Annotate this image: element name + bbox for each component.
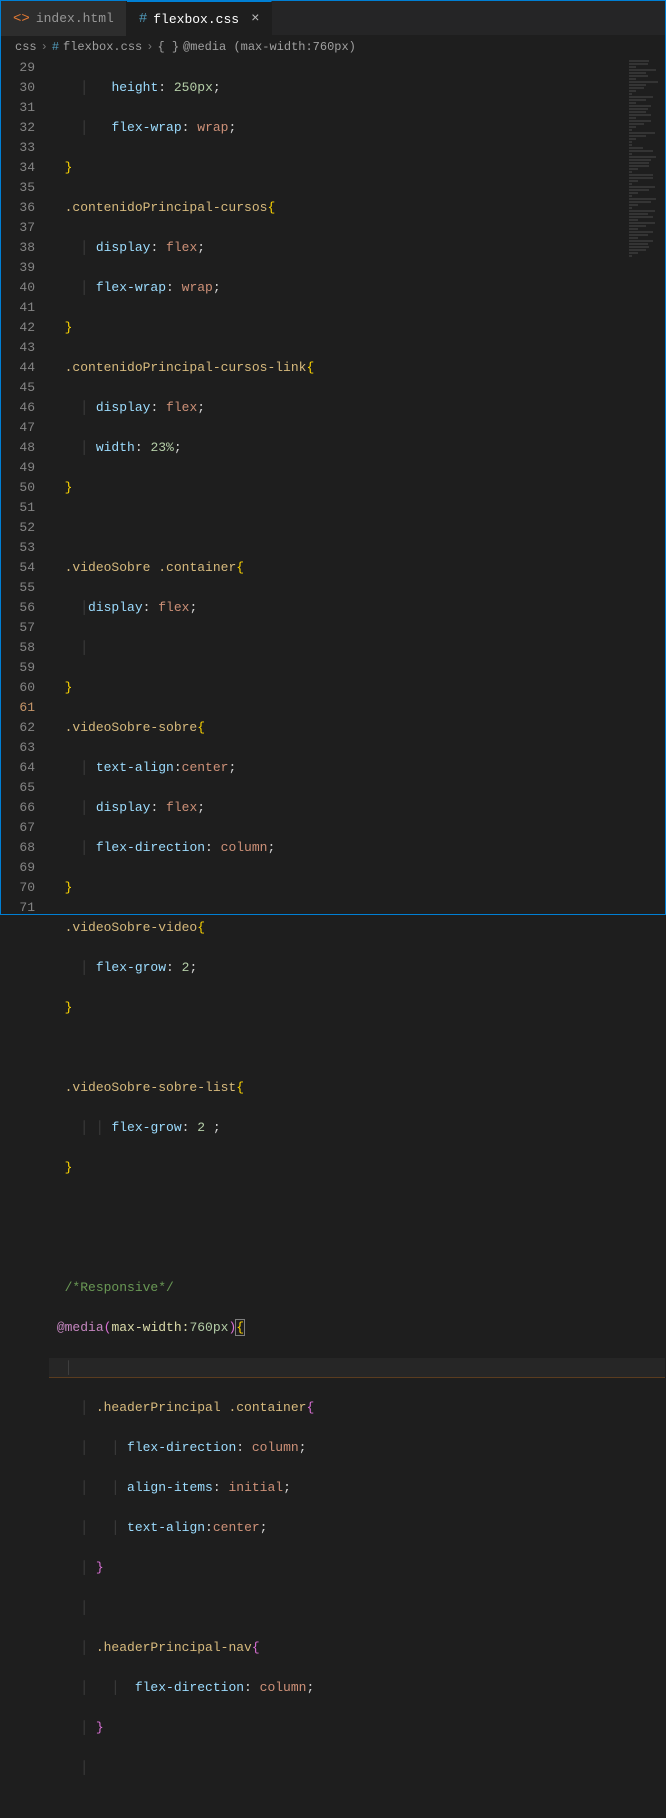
code-line: │ .headerPrincipal-nav{ — [49, 1638, 665, 1658]
close-icon[interactable]: × — [251, 12, 259, 26]
code-line: │ .headerPrincipal .container{ — [49, 1398, 665, 1418]
code-line: .videoSobre-sobre-list{ — [49, 1078, 665, 1098]
code-line: .contenidoPrincipal-cursos{ — [49, 198, 665, 218]
breadcrumb-symbol[interactable]: @media (max-width:760px) — [183, 40, 356, 54]
code-line: │ — [49, 1758, 665, 1778]
code-line: } — [49, 998, 665, 1018]
code-line: │display: flex; — [49, 598, 665, 618]
code-line: } — [49, 1158, 665, 1178]
braces-icon: { } — [157, 40, 179, 54]
css-icon: # — [139, 11, 147, 27]
code-line: .videoSobre .container{ — [49, 558, 665, 578]
code-line: .videoSobre-video{ — [49, 918, 665, 938]
code-line — [49, 518, 665, 538]
code-line: │ flex-wrap: wrap; — [49, 118, 665, 138]
code-line: │ │ align-items: initial; — [49, 1478, 665, 1498]
minimap[interactable] — [627, 58, 665, 358]
code-line — [49, 1198, 665, 1218]
code-line: │ │ text-align:center; — [49, 1518, 665, 1538]
code-line: │ flex-wrap: wrap; — [49, 278, 665, 298]
code-line: │ — [49, 1598, 665, 1618]
code-line: } — [49, 878, 665, 898]
code-line: │ } — [49, 1558, 665, 1578]
code-line: } — [49, 158, 665, 178]
code-line: │ — [49, 638, 665, 658]
code-line: │ display: flex; — [49, 238, 665, 258]
code-area[interactable]: │ height: 250px; │ flex-wrap: wrap; } .c… — [49, 58, 665, 914]
code-line: /*Responsive*/ — [49, 1278, 665, 1298]
tab-flexbox-css[interactable]: # flexbox.css × — [127, 1, 273, 36]
code-line: .contenidoPrincipal-cursos-link{ — [49, 358, 665, 378]
code-line-active: │ — [49, 1358, 665, 1378]
code-line: } — [49, 678, 665, 698]
html-icon: <> — [13, 11, 30, 27]
code-line: │ text-align:center; — [49, 758, 665, 778]
code-line: │ │ flex-direction: column; — [49, 1438, 665, 1458]
code-line: │ display: flex; — [49, 798, 665, 818]
code-line: } — [49, 318, 665, 338]
code-line: │ flex-grow: 2; — [49, 958, 665, 978]
code-line: │ width: 23%; — [49, 438, 665, 458]
css-icon: # — [52, 40, 59, 54]
code-line: │ } — [49, 1718, 665, 1738]
code-line: │ │ flex-direction: column; — [49, 1678, 665, 1698]
code-editor[interactable]: 29 30 31 32 33 34 35 36 37 38 39 40 41 4… — [1, 58, 665, 914]
code-line — [49, 1238, 665, 1258]
breadcrumb: css › # flexbox.css › { } @media (max-wi… — [1, 36, 665, 58]
code-line: .videoSobre-sobre{ — [49, 718, 665, 738]
code-line: │ height: 250px; — [49, 78, 665, 98]
code-line: │ flex-direction: column; — [49, 838, 665, 858]
breadcrumb-folder[interactable]: css — [15, 40, 37, 54]
chevron-right-icon: › — [41, 40, 48, 54]
line-number-gutter: 29 30 31 32 33 34 35 36 37 38 39 40 41 4… — [1, 58, 49, 914]
code-line: │ display: flex; — [49, 398, 665, 418]
code-line — [49, 1038, 665, 1058]
tab-bar: <> index.html # flexbox.css × — [1, 1, 665, 36]
breadcrumb-file[interactable]: flexbox.css — [63, 40, 142, 54]
code-line: } — [49, 478, 665, 498]
tab-label: index.html — [36, 11, 114, 26]
chevron-right-icon: › — [146, 40, 153, 54]
tab-index-html[interactable]: <> index.html — [1, 1, 127, 36]
code-line: @media(max-width:760px){ — [49, 1318, 665, 1338]
code-line: │ │ flex-grow: 2 ; — [49, 1118, 665, 1138]
tab-label: flexbox.css — [153, 12, 239, 27]
